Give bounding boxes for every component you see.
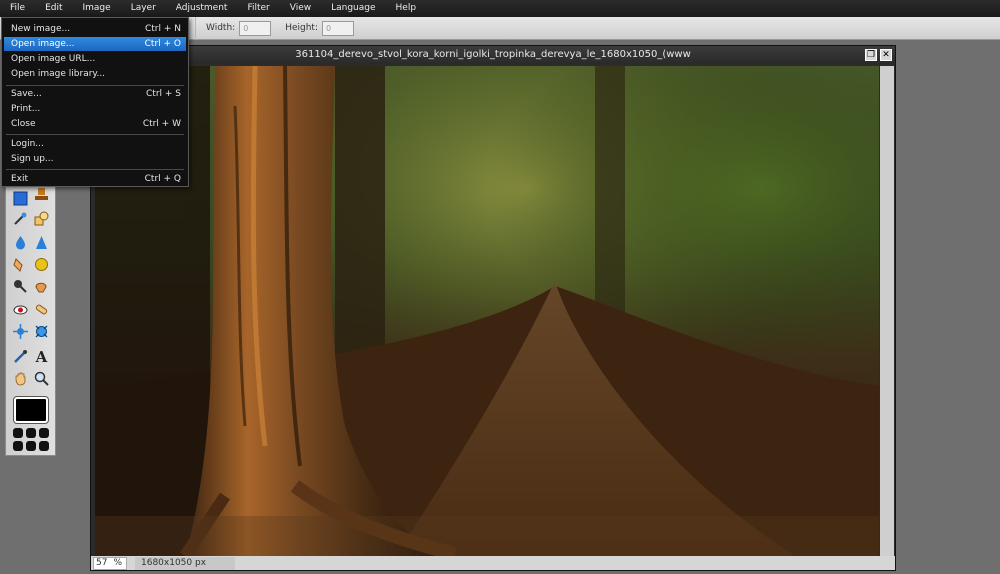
menu-item-shortcut: Ctrl + W	[142, 119, 181, 129]
bloat-tool-icon[interactable]	[12, 323, 29, 340]
zoom-unit: %	[113, 557, 122, 568]
menu-view[interactable]: View	[280, 0, 321, 17]
spot-heal-tool-icon[interactable]	[33, 301, 50, 318]
menu-layer[interactable]: Layer	[121, 0, 166, 17]
swatch-cell[interactable]	[26, 441, 36, 451]
foreground-color-swatch[interactable]	[14, 397, 48, 423]
marquee-tool-icon[interactable]	[12, 190, 29, 207]
menu-print[interactable]: Print...	[4, 102, 186, 116]
width-input[interactable]: 0	[239, 20, 272, 36]
menubar: File Edit Image Layer Adjustment Filter …	[0, 0, 1000, 17]
image-window: 361104_derevo_stvol_kora_korni_igolki_tr…	[90, 45, 896, 571]
zoom-tool-icon[interactable]	[33, 370, 50, 387]
swatch-cell[interactable]	[39, 441, 49, 451]
menu-item-shortcut: Ctrl + N	[144, 24, 181, 34]
pinch-tool-icon[interactable]	[33, 323, 50, 340]
menu-item-label: Open image...	[11, 39, 75, 49]
swatch-cell[interactable]	[26, 428, 36, 438]
menu-item-label: Open image library...	[11, 69, 106, 79]
menu-open-image[interactable]: Open image... Ctrl + O	[4, 37, 186, 51]
menu-file[interactable]: File	[0, 0, 35, 17]
image-dimensions: 1680x1050 px	[135, 556, 235, 570]
swatch-cell[interactable]	[13, 428, 23, 438]
menu-sign-up[interactable]: Sign up...	[4, 152, 186, 166]
menu-item-label: Save...	[11, 89, 42, 99]
menu-save[interactable]: Save... Ctrl + S	[4, 87, 186, 101]
blur-tool-icon[interactable]	[12, 234, 29, 251]
menu-separator	[6, 85, 184, 86]
zoom-field[interactable]: 57 %	[93, 556, 127, 570]
menu-open-image-url[interactable]: Open image URL...	[4, 52, 186, 66]
type-tool-icon[interactable]: A	[33, 348, 50, 366]
close-icon[interactable]: ✕	[880, 49, 892, 61]
color-picker-tool-icon[interactable]	[12, 348, 29, 365]
width-label: Width:	[206, 23, 236, 33]
restore-icon[interactable]: ❐	[865, 49, 877, 61]
menu-edit[interactable]: Edit	[35, 0, 72, 17]
menu-item-label: Open image URL...	[11, 54, 96, 64]
stamp-tool-icon[interactable]	[33, 186, 50, 203]
shape-tool-icon[interactable]	[33, 210, 50, 227]
height-input[interactable]: 0	[321, 20, 354, 36]
file-menu-dropdown: New image... Ctrl + N Open image... Ctrl…	[1, 17, 189, 187]
menu-open-image-library[interactable]: Open image library...	[4, 67, 186, 81]
menu-exit[interactable]: Exit Ctrl + Q	[4, 172, 186, 186]
vertical-scrollbar[interactable]	[880, 66, 894, 556]
menu-close[interactable]: Close Ctrl + W	[4, 117, 186, 131]
image-canvas[interactable]	[95, 66, 879, 556]
menu-separator	[6, 169, 184, 170]
burn-tool-icon[interactable]	[33, 278, 50, 295]
height-label: Height:	[285, 23, 318, 33]
swatch-cell[interactable]	[13, 441, 23, 451]
menu-item-label: Sign up...	[11, 154, 54, 164]
menu-language[interactable]: Language	[321, 0, 385, 17]
hand-tool-icon[interactable]	[12, 370, 29, 387]
menu-item-shortcut: Ctrl + O	[144, 39, 181, 49]
red-eye-tool-icon[interactable]	[12, 301, 29, 318]
dodge-tool-icon[interactable]	[12, 278, 29, 295]
image-title: 361104_derevo_stvol_kora_korni_igolki_tr…	[295, 49, 691, 60]
menu-help[interactable]: Help	[386, 0, 427, 17]
sponge-tool-icon[interactable]	[33, 256, 50, 273]
menu-item-shortcut: Ctrl + Q	[144, 174, 181, 184]
menu-login[interactable]: Login...	[4, 137, 186, 151]
image-statusbar: 57 % 1680x1050 px	[91, 556, 895, 570]
menu-adjustment[interactable]: Adjustment	[166, 0, 238, 17]
menu-image[interactable]: Image	[73, 0, 121, 17]
sharpen-tool-icon[interactable]	[33, 234, 50, 251]
zoom-value: 57	[96, 557, 108, 568]
menu-item-shortcut: Ctrl + S	[146, 89, 181, 99]
menu-filter[interactable]: Filter	[237, 0, 279, 17]
swatch-cell[interactable]	[39, 428, 49, 438]
menu-item-label: Close	[11, 119, 36, 129]
menu-item-label: Login...	[11, 139, 44, 149]
swatch-grid	[13, 428, 51, 452]
menu-item-label: Print...	[11, 104, 41, 114]
wand-tool-icon[interactable]	[12, 210, 29, 227]
menu-separator	[6, 134, 184, 135]
menu-item-label: New image...	[11, 24, 71, 34]
smudge-tool-icon[interactable]	[12, 256, 29, 273]
forest-photo	[95, 66, 879, 556]
image-window-titlebar[interactable]: 361104_derevo_stvol_kora_korni_igolki_tr…	[91, 46, 895, 64]
menu-new-image[interactable]: New image... Ctrl + N	[4, 22, 186, 36]
menu-item-label: Exit	[11, 174, 29, 184]
